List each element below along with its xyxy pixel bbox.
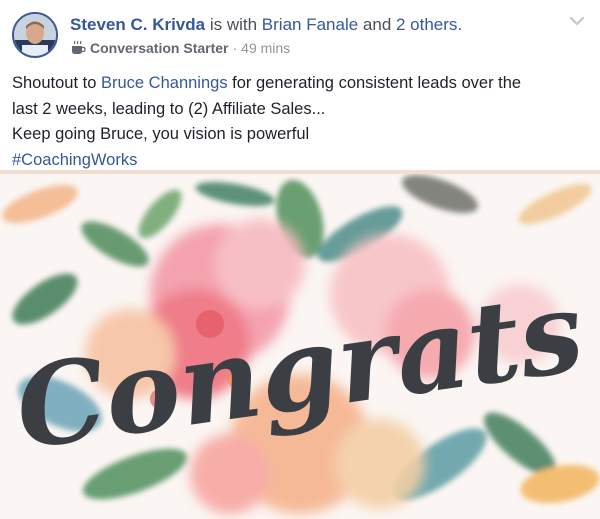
post-author-line: Steven C. Krivda is with Brian Fanale an… bbox=[70, 14, 462, 36]
post-line-3: Keep going Bruce, you vision is powerful bbox=[12, 125, 310, 143]
post-line-1-a: Shoutout to bbox=[12, 74, 101, 92]
hashtag-link[interactable]: #CoachingWorks bbox=[12, 151, 137, 169]
tagged-others[interactable]: 2 others bbox=[396, 15, 457, 34]
post-meta: Conversation Starter · 49 mins bbox=[70, 39, 290, 57]
post-image[interactable]: Congrats bbox=[0, 170, 600, 519]
period: . bbox=[457, 15, 463, 34]
tagged-person[interactable]: Brian Fanale bbox=[262, 15, 358, 34]
coffee-cup-icon bbox=[72, 40, 86, 54]
post-header: Steven C. Krivda is with Brian Fanale an… bbox=[0, 0, 600, 70]
post-line-2: last 2 weeks, leading to (2) Affiliate S… bbox=[12, 99, 326, 118]
chevron-down-icon[interactable] bbox=[568, 12, 586, 30]
avatar[interactable] bbox=[12, 12, 58, 58]
post-line-1: Shoutout to Bruce Channings for generati… bbox=[12, 71, 588, 97]
watercolor-floral-illustration bbox=[0, 174, 600, 519]
with-text: is with bbox=[205, 15, 262, 34]
post-body: Shoutout to Bruce Channings for generati… bbox=[12, 71, 588, 173]
post-time[interactable]: 49 mins bbox=[241, 39, 290, 57]
avatar-photo bbox=[14, 14, 56, 56]
post-line-1-b: for generating consistent leads over the bbox=[227, 74, 522, 92]
badge-label[interactable]: Conversation Starter bbox=[90, 39, 228, 57]
author-name[interactable]: Steven C. Krivda bbox=[70, 15, 205, 34]
mention-link[interactable]: Bruce Channings bbox=[101, 74, 228, 92]
meta-separator: · bbox=[232, 40, 238, 56]
and-text: and bbox=[358, 15, 396, 34]
